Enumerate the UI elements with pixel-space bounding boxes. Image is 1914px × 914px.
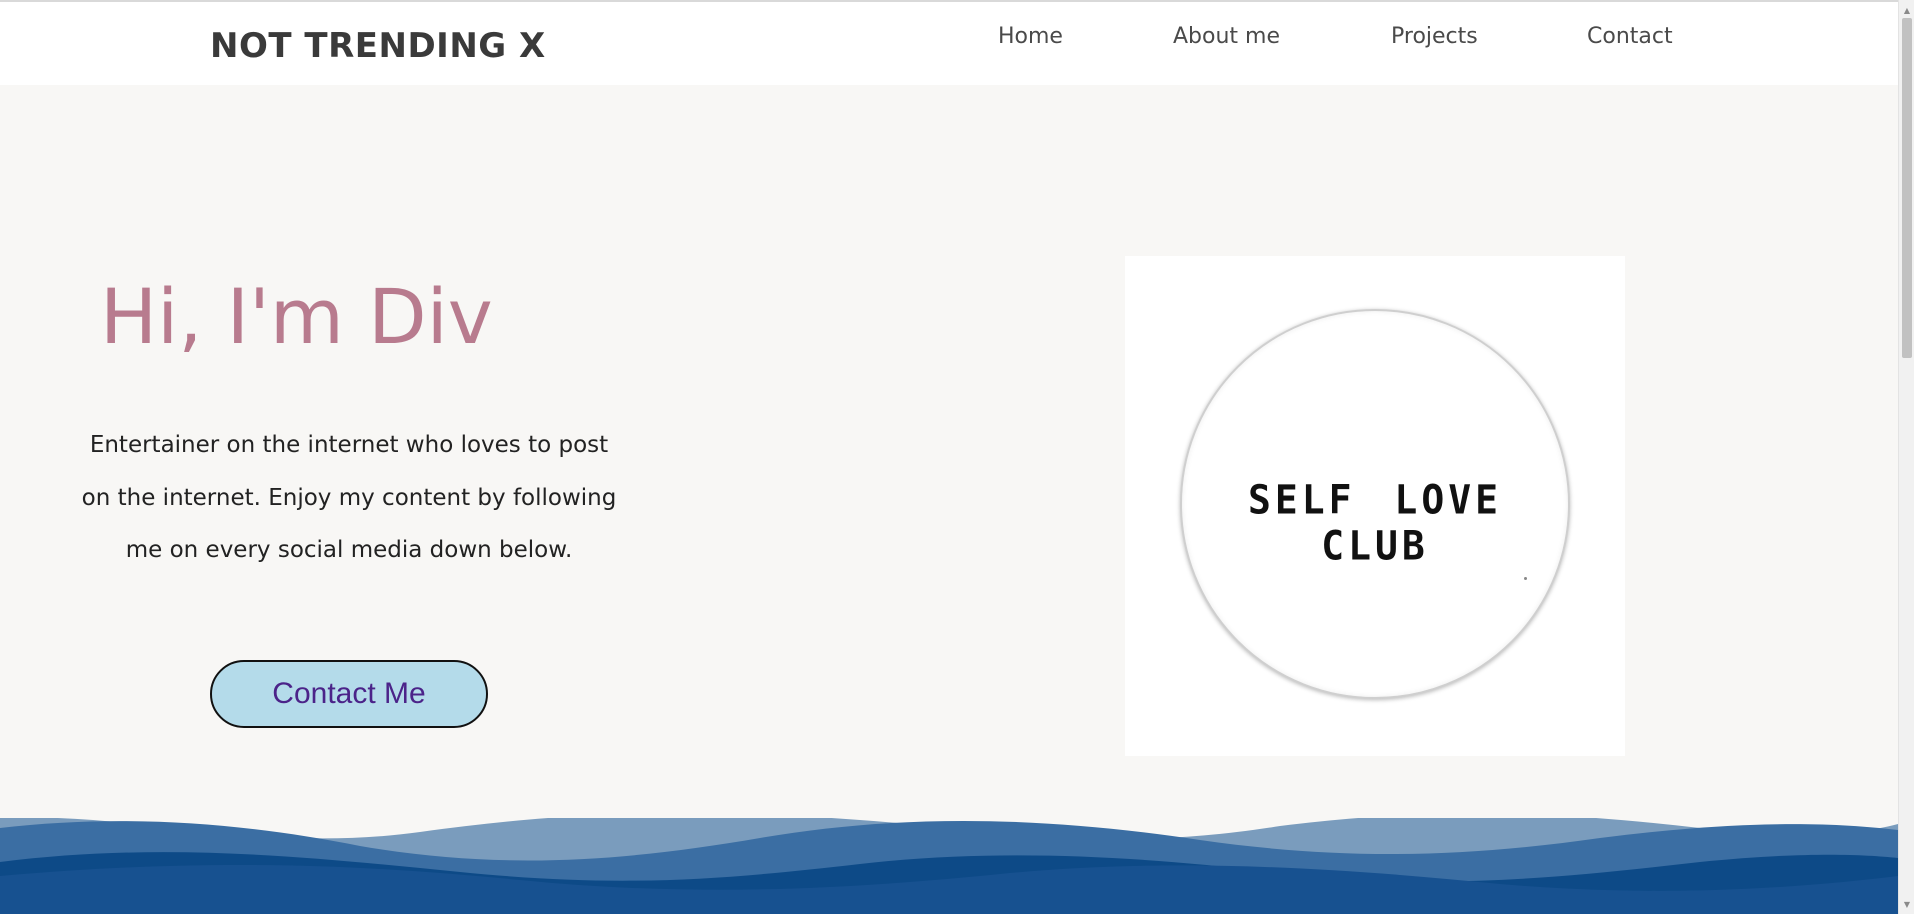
profile-image: SELF LOVE CLUB bbox=[1125, 256, 1625, 756]
nav-link-about-me[interactable]: About me bbox=[1173, 24, 1280, 49]
nav-link-home[interactable]: Home bbox=[998, 24, 1063, 49]
badge-text: SELF LOVE CLUB bbox=[1248, 476, 1502, 570]
chevron-down-icon[interactable]: ▼ bbox=[1899, 896, 1914, 912]
badge-speck bbox=[1524, 577, 1527, 580]
hero-title: Hi, I'm Div bbox=[100, 272, 493, 361]
chevron-up-icon[interactable]: ▲ bbox=[1899, 2, 1914, 18]
vertical-scrollbar[interactable]: ▲ ▼ bbox=[1898, 0, 1914, 914]
contact-me-button[interactable]: Contact Me bbox=[210, 660, 488, 728]
hero-description: Entertainer on the internet who loves to… bbox=[81, 432, 617, 563]
nav-link-contact[interactable]: Contact bbox=[1587, 24, 1673, 49]
scrollbar-thumb[interactable] bbox=[1902, 18, 1912, 358]
navbar: NOT TRENDING X Home About me Projects Co… bbox=[0, 2, 1898, 85]
wave-decoration bbox=[0, 818, 1898, 914]
nav-link-projects[interactable]: Projects bbox=[1391, 24, 1478, 49]
site-logo[interactable]: NOT TRENDING X bbox=[210, 26, 546, 66]
page: NOT TRENDING X Home About me Projects Co… bbox=[0, 0, 1898, 914]
self-love-club-badge: SELF LOVE CLUB bbox=[1180, 309, 1570, 699]
